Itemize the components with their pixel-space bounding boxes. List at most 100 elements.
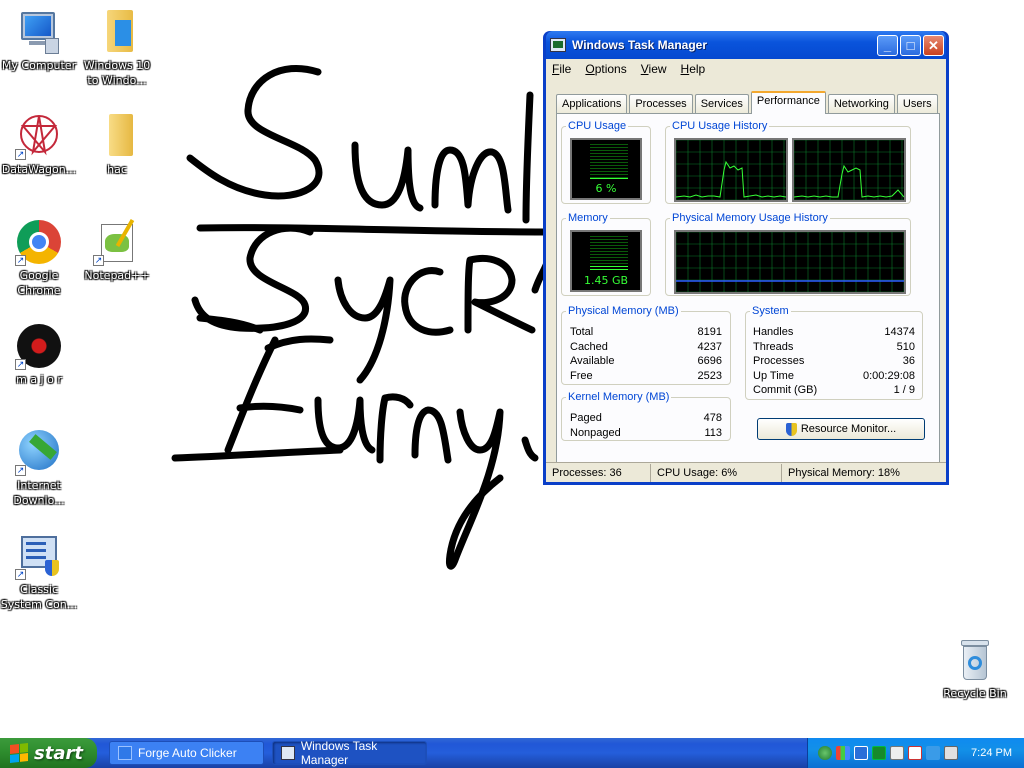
shortcut-arrow-icon: ↗ bbox=[15, 359, 26, 370]
menu-file[interactable]: File bbox=[552, 62, 571, 76]
stat-row: Total 8191 bbox=[570, 325, 722, 340]
taskbar-button-task-manager[interactable]: Windows Task Manager bbox=[272, 739, 427, 767]
desktop-icon-my-computer[interactable]: My Computer bbox=[0, 8, 78, 73]
menu-options[interactable]: Options bbox=[585, 62, 626, 76]
stat-value: 478 bbox=[703, 412, 722, 424]
chrome-icon: ↗ bbox=[15, 218, 63, 266]
tab-performance[interactable]: Performance bbox=[750, 91, 826, 114]
stat-name: Available bbox=[570, 355, 615, 368]
document-icon[interactable] bbox=[890, 746, 904, 760]
system-config-icon: ↗ bbox=[15, 532, 63, 580]
notepad-plus-plus-icon: ↗ bbox=[93, 218, 141, 266]
stat-value: 14374 bbox=[884, 326, 915, 338]
cpu-usage-fill bbox=[590, 177, 628, 180]
memory-value: 1.45 GB bbox=[583, 274, 629, 287]
system-stats: Handles 14374 Threads 510 Processes 36 Up T… bbox=[753, 325, 915, 398]
stat-value: 6696 bbox=[697, 355, 722, 368]
color-bars-icon[interactable] bbox=[836, 746, 850, 760]
system-tray: 7:24 PM bbox=[807, 738, 1024, 768]
desktop-icon-internet-download-manager[interactable]: ↗ Internet Downlo... bbox=[0, 428, 78, 508]
display-icon[interactable] bbox=[926, 746, 940, 760]
stat-name: Threads bbox=[753, 340, 794, 353]
memory-label: Memory bbox=[568, 212, 608, 224]
desktop-icon-windows10[interactable]: Windows 10 to Windo... bbox=[78, 8, 156, 88]
stat-row: Available 6696 bbox=[570, 354, 722, 369]
maximize-button[interactable]: □ bbox=[900, 34, 921, 56]
stat-row: Up Time 0:00:29:08 bbox=[753, 369, 915, 384]
tab-processes[interactable]: Processes bbox=[629, 94, 693, 114]
cpu-usage-label: CPU Usage bbox=[568, 120, 627, 132]
desktop-icon-label: hac bbox=[107, 163, 127, 176]
desktop-icon-label: Classic System Con... bbox=[0, 583, 78, 611]
resource-monitor-button[interactable]: Resource Monitor... bbox=[757, 418, 925, 440]
stat-name: Free bbox=[570, 369, 593, 382]
tray-clock: 7:24 PM bbox=[971, 747, 1012, 759]
statusbar: Processes: 36 CPU Usage: 6% Physical Mem… bbox=[546, 462, 946, 482]
window-titlebar[interactable]: Windows Task Manager _ □ ✕ bbox=[546, 31, 946, 59]
tab-users[interactable]: Users bbox=[896, 94, 938, 114]
task-manager-window[interactable]: Windows Task Manager _ □ ✕ File Options … bbox=[543, 31, 949, 485]
resource-monitor-label: Resource Monitor... bbox=[800, 423, 897, 435]
taskbar-button-forge-auto-clicker[interactable]: Forge Auto Clicker bbox=[109, 741, 264, 765]
stat-name: Handles bbox=[753, 326, 794, 338]
cpu-usage-value: 6 % bbox=[595, 182, 617, 195]
desktop-icon-recycle-bin[interactable]: Recycle Bin bbox=[936, 636, 1014, 701]
task-manager-app-icon bbox=[550, 38, 566, 52]
memory-fill bbox=[590, 265, 628, 272]
stat-row: Threads 510 bbox=[753, 340, 915, 355]
desktop: My Computer Windows 10 to Windo... ↗ Dat… bbox=[0, 0, 1024, 738]
stat-value: 1 / 9 bbox=[893, 384, 915, 397]
start-button[interactable]: start bbox=[0, 738, 97, 768]
menu-view[interactable]: View bbox=[641, 62, 667, 76]
kernel-memory-label: Kernel Memory (MB) bbox=[568, 391, 670, 403]
stat-name: Total bbox=[570, 326, 594, 338]
network-adapter-icon[interactable] bbox=[854, 746, 868, 760]
music-disc-icon: ↗ bbox=[15, 322, 63, 370]
desktop-icon-label: DataWagon... bbox=[1, 163, 77, 176]
cpu-usage-meter: 6 % bbox=[570, 138, 642, 200]
security-alert-icon[interactable] bbox=[908, 746, 922, 760]
stat-row: Paged 478 bbox=[570, 411, 722, 426]
stat-name: Processes bbox=[753, 355, 805, 368]
memory-meter: 1.45 GB bbox=[570, 230, 642, 292]
desktop-icon-label: Internet Downlo... bbox=[13, 479, 65, 507]
window-body: File Options View Help Applications Proc… bbox=[546, 59, 946, 482]
stat-row: Cached 4237 bbox=[570, 340, 722, 355]
network-globe-icon[interactable] bbox=[818, 746, 832, 760]
battery-icon[interactable] bbox=[872, 746, 886, 760]
stat-row: Handles 14374 bbox=[753, 325, 915, 340]
desktop-icon-notepad-plus-plus[interactable]: ↗ Notepad++ bbox=[78, 218, 156, 283]
cpu-history-label: CPU Usage History bbox=[672, 120, 768, 132]
datawagon-icon: ↗ bbox=[15, 112, 63, 160]
recycle-bin-icon bbox=[951, 636, 999, 684]
taskbar: start Forge Auto Clicker Windows Task Ma… bbox=[0, 738, 1024, 768]
menubar: File Options View Help bbox=[546, 59, 946, 79]
desktop-icon-label: Windows 10 to Windo... bbox=[83, 59, 151, 87]
stat-name: Nonpaged bbox=[570, 426, 621, 439]
tab-applications[interactable]: Applications bbox=[556, 94, 628, 114]
tab-strip: Applications Processes Services Performa… bbox=[556, 91, 940, 114]
stat-value: 8191 bbox=[697, 326, 722, 338]
performance-panel: CPU Usage 6 % CPU Usage History Memory 1… bbox=[556, 113, 940, 463]
desktop-icon-major[interactable]: ↗ m a j o r bbox=[0, 322, 78, 387]
desktop-icon-datawagon[interactable]: ↗ DataWagon... bbox=[0, 112, 78, 177]
desktop-icon-hac[interactable]: hac bbox=[78, 112, 156, 177]
stat-name: Paged bbox=[570, 412, 602, 424]
memory-history-label: Physical Memory Usage History bbox=[672, 212, 828, 224]
taskbar-button-label: Windows Task Manager bbox=[300, 739, 378, 767]
internet-download-manager-icon: ↗ bbox=[15, 428, 63, 476]
taskbar-button-label: Forge Auto Clicker bbox=[138, 746, 237, 760]
folder-icon bbox=[93, 8, 141, 56]
minimize-button[interactable]: _ bbox=[877, 34, 898, 56]
shortcut-arrow-icon: ↗ bbox=[15, 465, 26, 476]
close-button[interactable]: ✕ bbox=[923, 34, 944, 56]
start-label: start bbox=[34, 742, 83, 764]
tab-services[interactable]: Services bbox=[694, 94, 749, 114]
shortcut-arrow-icon: ↗ bbox=[93, 255, 104, 266]
volume-icon[interactable] bbox=[944, 746, 958, 760]
stat-name: Cached bbox=[570, 340, 608, 353]
menu-help[interactable]: Help bbox=[681, 62, 706, 76]
desktop-icon-classic-system-config[interactable]: ↗ Classic System Con... bbox=[0, 532, 78, 612]
desktop-icon-google-chrome[interactable]: ↗ Google Chrome bbox=[0, 218, 78, 298]
tab-networking[interactable]: Networking bbox=[827, 94, 895, 114]
